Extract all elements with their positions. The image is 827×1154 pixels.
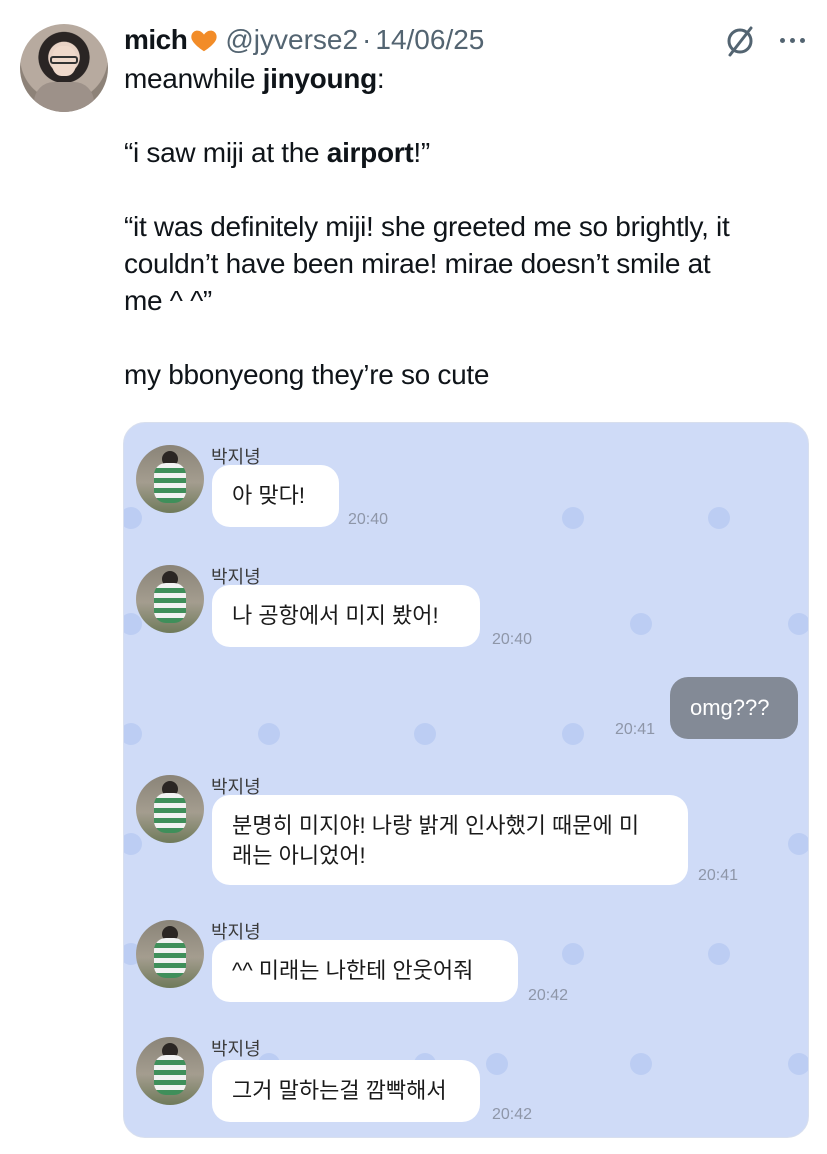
message-time: 20:40: [348, 511, 389, 528]
sender-name: 박지녕: [211, 1039, 261, 1059]
background-dot: [124, 833, 142, 855]
message-text: 그거 말하는걸 깜빡해서: [232, 1078, 447, 1103]
slashed-circle-icon[interactable]: [723, 24, 757, 58]
tweet-blank-line: [124, 97, 814, 134]
tweet-text: meanwhile jinyoung: “i saw miji at the a…: [124, 60, 814, 393]
tweet-line: my bbonyeong they’re so cute: [124, 356, 814, 393]
sender-avatar[interactable]: [136, 445, 204, 513]
incoming-message-bubble[interactable]: 아 맞다!: [212, 465, 339, 527]
tweet-line: “i saw miji at the airport!”: [124, 134, 814, 171]
message-text-continued: 래는 아니었어!: [232, 843, 366, 868]
incoming-message-bubble[interactable]: 나 공항에서 미지 봤어!: [212, 585, 480, 647]
message-text: omg???: [690, 695, 770, 720]
message-time: 20:42: [492, 1106, 533, 1123]
avatar-glasses: [50, 56, 78, 64]
display-name[interactable]: mich: [124, 24, 188, 56]
message-text: 나 공항에서 미지 봤어!: [232, 603, 439, 628]
tweet-header: mich @jyverse2 · 14/06/25: [124, 22, 484, 58]
tweet-text-segment: couldn’t have been mirae! mirae doesn’t …: [124, 248, 711, 279]
tweet-text-segment: !”: [413, 137, 430, 168]
tweet-bold-text: airport: [326, 137, 414, 168]
background-dot: [124, 507, 142, 529]
tweet-bold-text: jinyoung: [262, 63, 378, 94]
background-dot: [630, 613, 652, 635]
message-text: ^^ 미래는 나한테 안웃어줘: [232, 958, 474, 983]
incoming-message-bubble[interactable]: 그거 말하는걸 깜빡해서: [212, 1060, 480, 1122]
header-separator: ·: [362, 24, 372, 55]
message-text: 분명히 미지야! 나랑 밝게 인사했기 때문에 미: [232, 813, 640, 838]
background-dot: [562, 507, 584, 529]
message-time: 20:42: [528, 987, 569, 1004]
tweet-line: me ^ ^”: [124, 282, 814, 319]
tweet-blank-line: [124, 171, 814, 208]
outgoing-message-bubble[interactable]: omg???: [670, 677, 798, 739]
background-dot: [124, 613, 142, 635]
sender-avatar[interactable]: [136, 775, 204, 843]
tweet-line: couldn’t have been mirae! mirae doesn’t …: [124, 245, 814, 282]
tweet-text-segment: :: [376, 63, 385, 94]
author-avatar[interactable]: [20, 24, 108, 112]
message-time: 20:41: [615, 721, 656, 738]
background-dot: [562, 943, 584, 965]
message-text: 아 맞다!: [232, 483, 305, 508]
incoming-message-bubble[interactable]: ^^ 미래는 나한테 안웃어줘: [212, 940, 518, 1002]
sender-avatar[interactable]: [136, 1037, 204, 1105]
tweet-text-segment: meanwhile: [124, 63, 263, 94]
background-dot: [562, 723, 584, 745]
background-dot: [486, 1053, 508, 1075]
background-dot: [630, 1053, 652, 1075]
more-horizontal-icon[interactable]: [776, 30, 810, 50]
tweet-text-segment: me ^ ^”: [124, 285, 212, 316]
background-dot: [788, 1053, 808, 1075]
chat-screenshot: 박지녕 아 맞다! 20:40 박지녕 나 공항에서 미지 봤어! 20:40 omg???…: [123, 422, 809, 1138]
sender-avatar[interactable]: [136, 920, 204, 988]
background-dot: [124, 723, 142, 745]
tweet-text-segment: my bbonyeong they’re so cute: [124, 359, 490, 390]
background-dot: [708, 507, 730, 529]
message-time: 20:40: [492, 631, 533, 648]
background-dot: [258, 723, 280, 745]
tweet-text-segment: “it was definitely miji! she greeted me …: [124, 211, 730, 242]
user-handle[interactable]: @jyverse2: [225, 24, 358, 56]
tweet-text-segment: “i saw miji at the: [124, 137, 327, 168]
tweet-line: meanwhile jinyoung:: [124, 60, 814, 97]
tweet-line: “it was definitely miji! she greeted me …: [124, 208, 814, 245]
background-dot: [708, 943, 730, 965]
sender-avatar[interactable]: [136, 565, 204, 633]
avatar-shirt: [34, 82, 94, 112]
orange-heart-icon: [191, 30, 218, 52]
message-time: 20:41: [698, 867, 739, 884]
background-dot: [788, 613, 808, 635]
tweet-date[interactable]: 14/06/25: [375, 24, 484, 56]
tweet-blank-line: [124, 319, 814, 356]
background-dot: [788, 833, 808, 855]
background-dot: [414, 723, 436, 745]
incoming-message-bubble[interactable]: 분명히 미지야! 나랑 밝게 인사했기 때문에 미래는 아니었어!: [212, 795, 688, 885]
